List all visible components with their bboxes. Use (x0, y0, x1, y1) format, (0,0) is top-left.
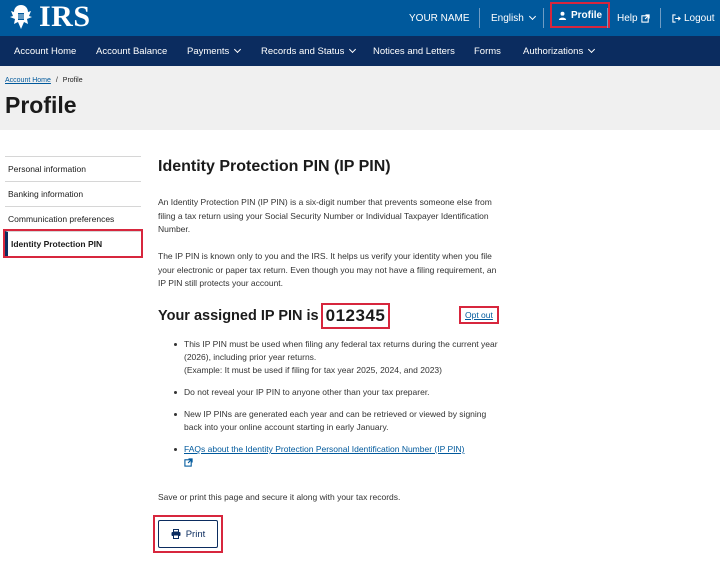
sidebar-item-label: Banking information (8, 189, 84, 199)
help-label: Help (617, 12, 638, 24)
chevron-down-icon (234, 45, 242, 54)
list-item: Do not reveal your IP PIN to anyone othe… (174, 386, 504, 399)
logout-icon (672, 13, 681, 23)
nav-forms[interactable]: Forms (474, 36, 501, 66)
chevron-down-icon (528, 12, 536, 21)
opt-out-link[interactable]: Opt out (459, 306, 499, 324)
profile-label: Profile (571, 9, 603, 21)
pin-value: 012345 (320, 303, 391, 329)
chevron-down-icon (588, 45, 596, 54)
nav-label: Records and Status (261, 45, 345, 57)
bullet-text: This IP PIN must be used when filing any… (184, 339, 498, 362)
language-label: English (491, 12, 524, 24)
ip-pin-privacy-note: The IP PIN is known only to you and the … (158, 251, 497, 288)
breadcrumb-current: Profile (62, 77, 83, 84)
printer-icon (171, 529, 181, 539)
sidebar-item-label: Communication preferences (8, 214, 115, 224)
irs-logo[interactable]: IRS (6, 2, 91, 32)
external-link-icon (640, 13, 650, 23)
sidebar: Personal information Banking information… (3, 156, 143, 258)
logout-label: Logout (684, 12, 715, 24)
sidebar-item-label: Identity Protection PIN (11, 239, 103, 249)
top-bar: IRS YOUR NAME English Profile Help Logou… (0, 0, 720, 36)
list-item: New IP PINs are generated each year and … (174, 408, 504, 434)
divider (543, 8, 544, 28)
nav-account-home[interactable]: Account Home (14, 36, 76, 66)
main-nav: Account Home Account Balance Payments Re… (0, 36, 720, 66)
breadcrumb: Account Home / Profile (5, 77, 83, 84)
nav-notices-letters[interactable]: Notices and Letters (373, 36, 455, 66)
bullet-text: Do not reveal your IP PIN to anyone othe… (184, 387, 430, 397)
section-heading: Identity Protection PIN (IP PIN) (158, 158, 391, 175)
sidebar-item-communication-preferences[interactable]: Communication preferences (5, 206, 141, 231)
page-header (0, 66, 720, 130)
external-link-icon[interactable] (184, 458, 193, 467)
profile-link[interactable]: Profile (549, 2, 611, 28)
page-title: Profile (5, 92, 77, 118)
nav-label: Forms (474, 45, 501, 57)
nav-label: Notices and Letters (373, 45, 455, 57)
nav-authorizations[interactable]: Authorizations (523, 36, 596, 66)
ip-pin-description: An Identity Protection PIN (IP PIN) is a… (158, 197, 492, 234)
nav-payments[interactable]: Payments (187, 36, 242, 66)
pin-label: Your assigned IP PIN is (158, 308, 319, 324)
list-item: This IP PIN must be used when filing any… (174, 338, 504, 377)
nav-label: Account Balance (96, 45, 168, 57)
sidebar-item-identity-protection-pin[interactable]: Identity Protection PIN (3, 229, 143, 258)
nav-account-balance[interactable]: Account Balance (96, 36, 167, 66)
faq-link[interactable]: FAQs about the Identity Protection Perso… (184, 444, 464, 454)
language-select[interactable]: English (491, 0, 536, 36)
print-button[interactable]: Print (153, 515, 223, 553)
assigned-pin-line: Your assigned IP PIN is 012345 (158, 303, 391, 329)
person-icon (558, 11, 567, 20)
sidebar-item-label: Personal information (8, 164, 86, 174)
nav-label: Authorizations (523, 45, 584, 57)
divider (607, 8, 608, 28)
divider (660, 8, 661, 28)
nav-label: Payments (187, 45, 230, 57)
chevron-down-icon (349, 45, 357, 54)
nav-records-status[interactable]: Records and Status (261, 36, 357, 66)
bullet-text: New IP PINs are generated each year and … (184, 409, 487, 432)
sidebar-item-banking-information[interactable]: Banking information (5, 181, 141, 206)
divider (479, 8, 480, 28)
pin-info-list: This IP PIN must be used when filing any… (174, 338, 504, 480)
help-link[interactable]: Help (617, 0, 650, 36)
irs-eagle-icon (10, 5, 32, 29)
bullet-example: (Example: It must be used if filing for … (184, 365, 442, 375)
breadcrumb-separator: / (55, 77, 58, 84)
nav-label: Account Home (14, 45, 77, 57)
print-label: Print (185, 528, 206, 540)
print-button-inner[interactable]: Print (158, 520, 218, 548)
save-note: Save or print this page and secure it al… (158, 492, 401, 502)
user-name: YOUR NAME (409, 12, 470, 24)
list-item: FAQs about the Identity Protection Perso… (174, 443, 504, 471)
logout-link[interactable]: Logout (672, 0, 715, 36)
breadcrumb-home-link[interactable]: Account Home (5, 77, 51, 84)
sidebar-item-personal-information[interactable]: Personal information (5, 156, 141, 181)
logo-text: IRS (39, 0, 91, 33)
